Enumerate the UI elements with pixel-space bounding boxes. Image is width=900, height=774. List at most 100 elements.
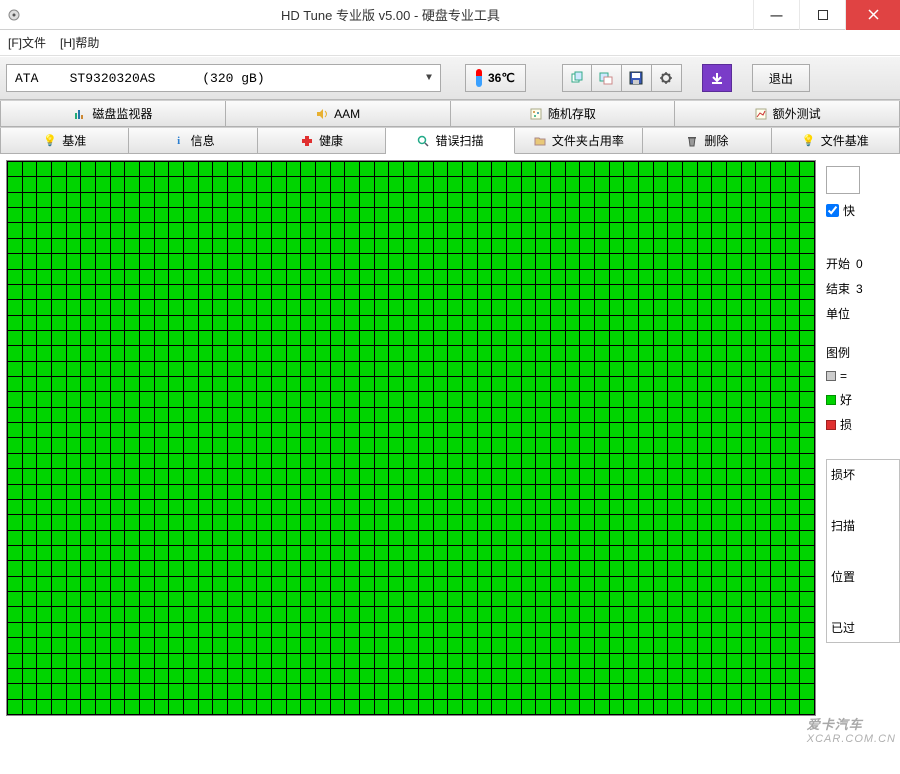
speed-color-box[interactable] xyxy=(826,166,860,194)
scan-block xyxy=(287,362,301,376)
scan-block xyxy=(551,254,565,268)
copy-button[interactable] xyxy=(562,64,592,92)
scan-block xyxy=(111,362,125,376)
tab-aam[interactable]: AAM xyxy=(226,101,451,127)
scan-block xyxy=(800,577,814,591)
scan-block xyxy=(96,469,110,483)
tab-error-scan[interactable]: 错误扫描 xyxy=(386,128,514,154)
menu-file[interactable]: [F]文件 xyxy=(8,34,46,51)
scan-block xyxy=(140,623,154,637)
scan-block xyxy=(419,515,433,529)
scan-block xyxy=(301,346,315,360)
tab-benchmark[interactable]: 💡 基准 xyxy=(0,128,129,154)
scan-block xyxy=(771,254,785,268)
results-box: 损坏 扫描 位置 已过 xyxy=(826,459,900,643)
scan-block xyxy=(463,623,477,637)
scan-block xyxy=(67,423,81,437)
scan-block xyxy=(786,623,800,637)
quick-scan-checkbox[interactable]: 快 xyxy=(826,202,900,219)
tab-extra-tests[interactable]: 额外测试 xyxy=(675,101,900,127)
scan-block xyxy=(23,408,37,422)
scan-block xyxy=(140,531,154,545)
scan-block xyxy=(301,285,315,299)
scan-block xyxy=(111,669,125,683)
scan-block xyxy=(771,270,785,284)
scan-block xyxy=(595,561,609,575)
drive-select[interactable]: ATA ST9320320AS (320 gB) ▼ xyxy=(6,64,441,92)
scan-block xyxy=(316,546,330,560)
save-button[interactable] xyxy=(622,64,652,92)
scan-block xyxy=(23,193,37,207)
scan-block xyxy=(331,193,345,207)
scan-block xyxy=(463,193,477,207)
scan-block xyxy=(478,500,492,514)
scan-block xyxy=(580,177,594,191)
scan-block xyxy=(639,546,653,560)
scan-block xyxy=(668,607,682,621)
scan-block xyxy=(771,423,785,437)
scan-block xyxy=(52,316,66,330)
scan-block xyxy=(712,316,726,330)
scan-block xyxy=(727,485,741,499)
scan-block xyxy=(23,592,37,606)
scan-block xyxy=(434,561,448,575)
scan-block xyxy=(551,607,565,621)
scan-block xyxy=(492,346,506,360)
scan-block xyxy=(389,500,403,514)
tab-folder-usage[interactable]: 文件夹占用率 xyxy=(515,128,643,154)
scan-block xyxy=(610,285,624,299)
scan-block xyxy=(155,438,169,452)
scan-block xyxy=(551,331,565,345)
tab-file-benchmark[interactable]: 💡 文件基准 xyxy=(772,128,900,154)
scan-block xyxy=(668,638,682,652)
scan-block xyxy=(786,208,800,222)
scan-block xyxy=(52,177,66,191)
scan-block xyxy=(389,239,403,253)
scan-block xyxy=(213,331,227,345)
scan-block xyxy=(169,377,183,391)
scan-block xyxy=(184,316,198,330)
scan-block xyxy=(155,638,169,652)
scan-block xyxy=(360,392,374,406)
menu-help[interactable]: [H]帮助 xyxy=(60,34,99,51)
tab-random-access[interactable]: 随机存取 xyxy=(451,101,676,127)
scan-block xyxy=(434,638,448,652)
close-button[interactable] xyxy=(845,0,900,30)
scan-block xyxy=(213,515,227,529)
scan-block xyxy=(522,300,536,314)
scan-block xyxy=(169,577,183,591)
scan-block xyxy=(463,700,477,714)
quick-scan-input[interactable] xyxy=(826,204,839,217)
scan-block xyxy=(67,193,81,207)
scan-block xyxy=(434,162,448,176)
tab-erase[interactable]: 删除 xyxy=(643,128,771,154)
scan-block xyxy=(800,377,814,391)
tab-health[interactable]: 健康 xyxy=(258,128,386,154)
maximize-button[interactable] xyxy=(799,0,845,30)
scan-block xyxy=(169,469,183,483)
scan-block xyxy=(419,684,433,698)
scan-block xyxy=(595,515,609,529)
scan-block xyxy=(448,223,462,237)
settings-button[interactable] xyxy=(652,64,682,92)
scan-block xyxy=(566,546,580,560)
scan-block xyxy=(243,177,257,191)
scan-block xyxy=(756,270,770,284)
scan-block xyxy=(184,300,198,314)
scan-block xyxy=(683,223,697,237)
scan-block xyxy=(536,623,550,637)
tab-info[interactable]: i 信息 xyxy=(129,128,257,154)
scan-block xyxy=(360,223,374,237)
scan-block xyxy=(771,331,785,345)
screenshot-button[interactable] xyxy=(592,64,622,92)
download-button[interactable] xyxy=(702,64,732,92)
scan-block xyxy=(140,546,154,560)
scan-block xyxy=(756,561,770,575)
scan-block xyxy=(771,177,785,191)
minimize-button[interactable]: — xyxy=(753,0,799,30)
scan-block xyxy=(8,607,22,621)
tab-disk-monitor[interactable]: 磁盘监视器 xyxy=(0,101,226,127)
scan-block xyxy=(727,270,741,284)
exit-button[interactable]: 退出 xyxy=(752,64,810,92)
scan-block xyxy=(389,469,403,483)
